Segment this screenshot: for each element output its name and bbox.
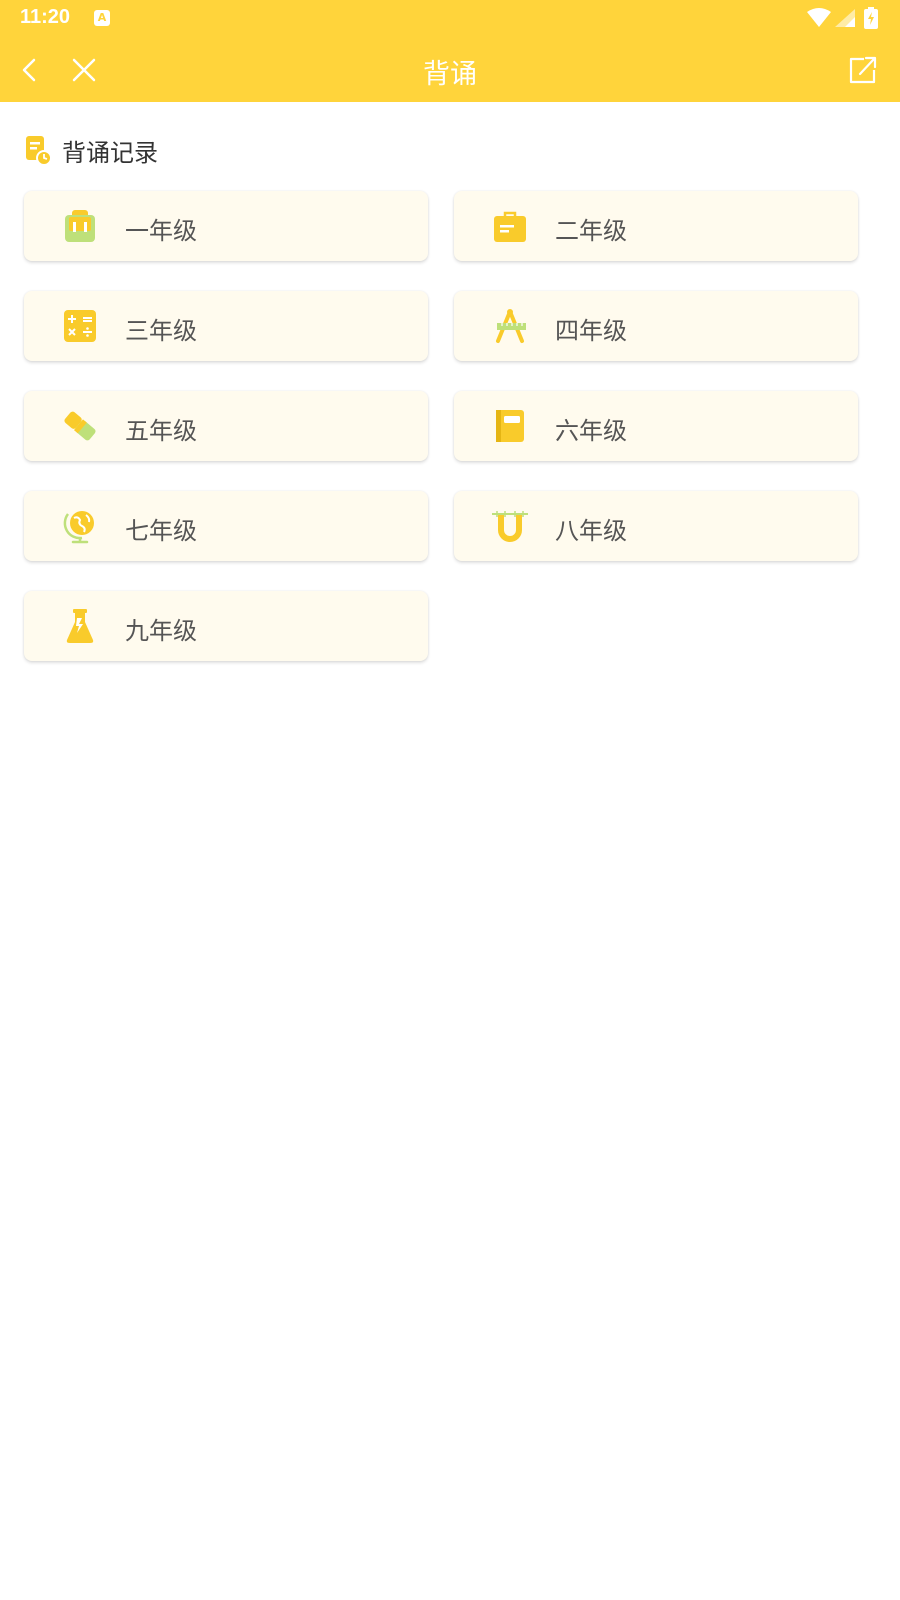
record-doc-icon bbox=[26, 136, 52, 166]
grade-label: 七年级 bbox=[125, 517, 197, 545]
battery-icon bbox=[864, 7, 878, 29]
share-icon[interactable] bbox=[844, 52, 880, 88]
navbar: 背诵 bbox=[0, 36, 900, 102]
grade-card-3[interactable]: 三年级 bbox=[24, 291, 428, 361]
eraser-icon bbox=[64, 411, 96, 441]
grade-label: 八年级 bbox=[555, 517, 627, 545]
top-bar: 11:20 A 背诵 bbox=[0, 0, 900, 102]
grade-card-5[interactable]: 五年级 bbox=[24, 391, 428, 461]
grade-card-7[interactable]: 七年级 bbox=[24, 491, 428, 561]
grade-label: 四年级 bbox=[555, 317, 627, 345]
briefcase-icon bbox=[494, 211, 526, 242]
flask-icon bbox=[66, 609, 94, 643]
record-link[interactable]: 背诵记录 bbox=[24, 130, 158, 170]
grade-card-9[interactable]: 九年级 bbox=[24, 591, 428, 661]
grade-label: 三年级 bbox=[125, 317, 197, 345]
grade-card-6[interactable]: 六年级 bbox=[454, 391, 858, 461]
signal-icon bbox=[835, 9, 855, 27]
notebook-icon bbox=[496, 410, 524, 442]
magnet-icon bbox=[492, 511, 528, 542]
grade-label: 九年级 bbox=[125, 617, 197, 645]
grade-label: 二年级 bbox=[555, 217, 627, 245]
grade-card-8[interactable]: 八年级 bbox=[454, 491, 858, 561]
grade-card-1[interactable]: 一年级 bbox=[24, 191, 428, 261]
grade-label: 六年级 bbox=[555, 417, 627, 445]
backpack-icon bbox=[65, 210, 95, 242]
grade-label: 一年级 bbox=[125, 217, 197, 245]
calculator-icon bbox=[64, 310, 96, 342]
page-title: 背诵 bbox=[423, 59, 477, 90]
grade-card-2[interactable]: 二年级 bbox=[454, 191, 858, 261]
status-bar: 11:20 A bbox=[0, 0, 900, 36]
grade-label: 五年级 bbox=[125, 417, 197, 445]
grade-card-4[interactable]: 四年级 bbox=[454, 291, 858, 361]
globe-icon bbox=[63, 511, 94, 544]
a-icon: A bbox=[94, 10, 110, 26]
record-label: 背诵记录 bbox=[62, 138, 158, 167]
wifi-icon bbox=[807, 8, 831, 27]
status-time: 11:20 bbox=[20, 6, 71, 28]
compass-ruler-icon bbox=[496, 309, 526, 343]
